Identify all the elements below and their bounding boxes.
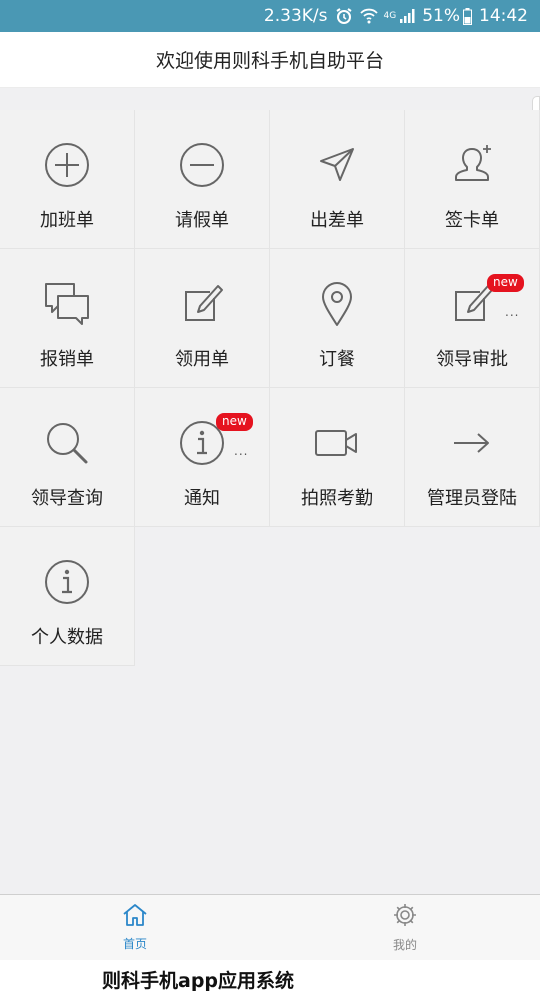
menu-grid: 加班单 请假单 出差单 签卡单 报销单 领用单 订餐 new ... 领导审批 … bbox=[0, 110, 540, 666]
search-icon bbox=[43, 420, 91, 466]
menu-item-photo-attendance[interactable]: 拍照考勤 bbox=[270, 388, 405, 527]
menu-item-label: 拍照考勤 bbox=[301, 488, 373, 509]
tab-home[interactable]: 首页 bbox=[0, 895, 270, 960]
network-type: 4G bbox=[383, 11, 397, 21]
menu-item-leader-approval[interactable]: new ... 领导审批 bbox=[405, 249, 540, 388]
menu-item-label: 管理员登陆 bbox=[427, 488, 517, 509]
battery-icon bbox=[463, 7, 472, 25]
user-add-icon bbox=[448, 142, 496, 188]
menu-item-reimbursement[interactable]: 报销单 bbox=[0, 249, 135, 388]
menu-item-label: 报销单 bbox=[40, 349, 94, 370]
info-circle-icon bbox=[43, 559, 91, 605]
arrow-right-icon bbox=[448, 420, 496, 466]
page-title: 欢迎使用则科手机自助平台 bbox=[155, 50, 384, 72]
menu-item-business-trip[interactable]: 出差单 bbox=[270, 110, 405, 249]
caption-area: 则科手机app应用系统 bbox=[0, 960, 540, 1008]
main-content[interactable]: 加班单 请假单 出差单 签卡单 报销单 领用单 订餐 new ... 领导审批 … bbox=[0, 88, 540, 894]
clock-time: 14:42 bbox=[479, 6, 528, 26]
tab-home-label: 首页 bbox=[122, 937, 147, 951]
tab-mine-label: 我的 bbox=[392, 938, 417, 952]
map-pin-icon bbox=[313, 281, 361, 327]
more-dots: ... bbox=[505, 305, 520, 319]
video-camera-icon bbox=[313, 420, 361, 466]
menu-item-notice[interactable]: new ... 通知 bbox=[135, 388, 270, 527]
edit-icon bbox=[178, 281, 226, 327]
menu-item-admin-login[interactable]: 管理员登陆 bbox=[405, 388, 540, 527]
signal-icon bbox=[399, 8, 415, 24]
wifi-icon bbox=[359, 8, 378, 24]
menu-item-label: 领导审批 bbox=[436, 349, 508, 370]
menu-item-leave[interactable]: 请假单 bbox=[135, 110, 270, 249]
plus-circle-icon bbox=[43, 142, 91, 188]
alarm-icon bbox=[335, 7, 353, 25]
battery-percent: 51% bbox=[422, 6, 460, 26]
menu-item-label: 订餐 bbox=[319, 349, 355, 370]
network-speed: 2.33K/s bbox=[263, 6, 328, 26]
menu-item-label: 通知 bbox=[184, 488, 220, 509]
menu-item-overtime[interactable]: 加班单 bbox=[0, 110, 135, 249]
menu-item-label: 个人数据 bbox=[31, 627, 103, 648]
home-icon bbox=[122, 903, 148, 931]
new-badge: new bbox=[487, 274, 524, 292]
menu-item-requisition[interactable]: 领用单 bbox=[135, 249, 270, 388]
menu-item-label: 领用单 bbox=[175, 349, 229, 370]
menu-item-label: 出差单 bbox=[310, 210, 364, 231]
minus-circle-icon bbox=[178, 142, 226, 188]
new-badge: new bbox=[216, 413, 253, 431]
gear-icon bbox=[392, 902, 418, 932]
paper-plane-icon bbox=[313, 142, 361, 188]
tab-mine[interactable]: 我的 bbox=[270, 895, 540, 960]
status-bar: 2.33K/s 4G 51% 14:42 bbox=[0, 0, 540, 32]
caption-text: 则科手机app应用系统 bbox=[102, 970, 295, 992]
menu-item-personal-data[interactable]: 个人数据 bbox=[0, 527, 135, 666]
menu-item-sign-card[interactable]: 签卡单 bbox=[405, 110, 540, 249]
menu-item-label: 请假单 bbox=[175, 210, 229, 231]
menu-item-label: 加班单 bbox=[40, 210, 94, 231]
bottom-tab-bar: 首页 我的 bbox=[0, 894, 540, 960]
menu-item-meal-order[interactable]: 订餐 bbox=[270, 249, 405, 388]
app-header: 欢迎使用则科手机自助平台 bbox=[0, 32, 540, 88]
chat-bubbles-icon bbox=[43, 281, 91, 327]
menu-item-label: 领导查询 bbox=[31, 488, 103, 509]
menu-item-label: 签卡单 bbox=[445, 210, 499, 231]
menu-item-leader-query[interactable]: 领导查询 bbox=[0, 388, 135, 527]
more-dots: ... bbox=[234, 444, 249, 458]
